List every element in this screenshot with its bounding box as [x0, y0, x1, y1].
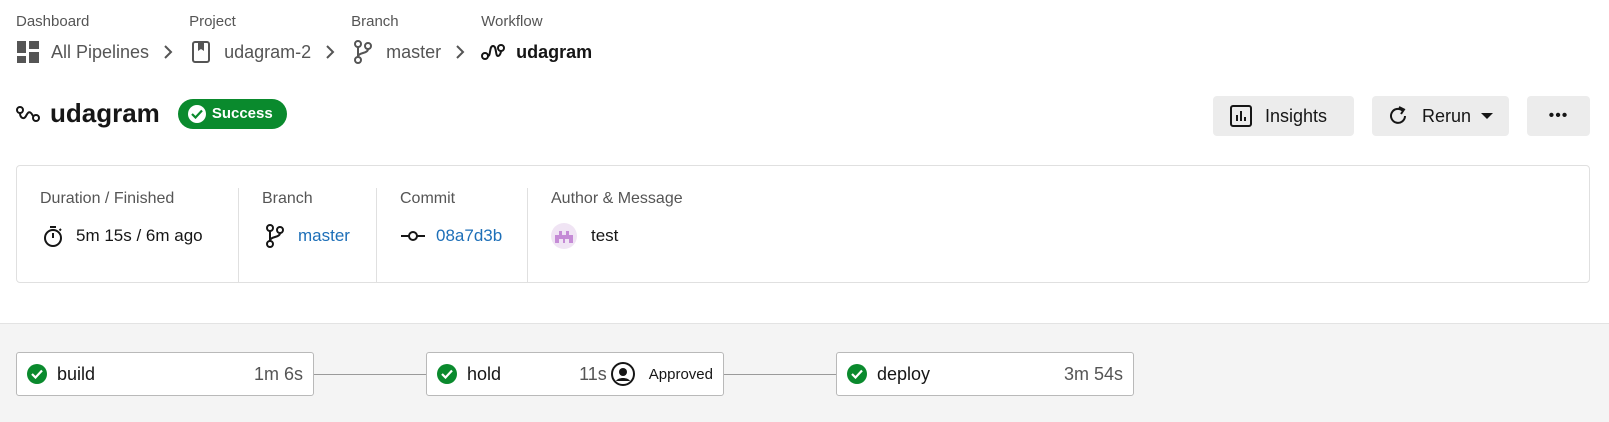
author-row: test	[551, 221, 683, 251]
breadcrumb-value: udagram	[516, 41, 593, 62]
job-connector	[314, 374, 426, 375]
job-duration: 3m 54s	[1063, 363, 1123, 384]
workflow-graph: build 1m 6s hold 11s Approved deploy 3m …	[0, 323, 1609, 422]
approval-status: Approved	[610, 362, 713, 386]
job-name: build	[57, 363, 96, 384]
duration-label: Duration / Finished	[40, 190, 175, 207]
more-icon: •••	[1548, 107, 1569, 124]
duration-value: 5m 15s / 6m ago	[76, 226, 203, 245]
chevron-right-icon	[325, 44, 337, 60]
commit-row: 08a7d3b	[400, 221, 504, 251]
branch-row: master	[262, 221, 353, 251]
branch-icon	[351, 40, 375, 64]
author-value: test	[591, 226, 619, 245]
job-duration: 11s	[579, 363, 607, 384]
job-hold[interactable]: hold 11s Approved	[426, 352, 724, 396]
breadcrumb-dashboard: Dashboard All Pipelines	[16, 12, 189, 72]
breadcrumb-link-project[interactable]: udagram-2	[189, 32, 351, 72]
chevron-right-icon	[163, 44, 175, 60]
job-deploy[interactable]: deploy 3m 54s	[836, 352, 1134, 396]
page-title: udagram	[50, 98, 160, 128]
stopwatch-icon	[40, 223, 66, 249]
grid-icon	[16, 40, 40, 64]
pipeline-summary-card: Duration / Finished 5m 15s / 6m ago Bran…	[16, 165, 1590, 283]
success-icon	[437, 364, 457, 384]
job-name: deploy	[877, 363, 931, 384]
commit-section: Commit 08a7d3b	[376, 188, 527, 282]
breadcrumb-label: Dashboard	[16, 13, 90, 30]
insights-button[interactable]: Insights	[1213, 96, 1354, 136]
caret-down-icon	[1481, 113, 1494, 119]
breadcrumb-value: All Pipelines	[51, 41, 150, 62]
bookmark-icon	[189, 40, 213, 64]
duration-row: 5m 15s / 6m ago	[40, 221, 215, 251]
breadcrumb-label: Workflow	[481, 13, 543, 30]
commit-label: Commit	[400, 190, 456, 207]
insights-label: Insights	[1265, 105, 1328, 126]
approval-text: Approved	[648, 365, 713, 383]
breadcrumb-project: Project udagram-2	[189, 12, 351, 72]
commit-link[interactable]: 08a7d3b	[436, 226, 502, 246]
user-icon	[610, 362, 635, 386]
job-name: hold	[467, 363, 502, 384]
job-duration: 1m 6s	[253, 363, 303, 384]
breadcrumb-current-workflow: udagram	[481, 32, 592, 72]
success-icon	[27, 364, 47, 384]
refresh-icon	[1386, 104, 1410, 128]
status-text: Success	[211, 105, 273, 122]
job-build[interactable]: build 1m 6s	[16, 352, 314, 396]
status-badge: Success	[177, 98, 287, 129]
commit-icon	[400, 223, 426, 249]
check-icon	[187, 104, 206, 123]
breadcrumb-branch: Branch master	[351, 12, 481, 72]
branch-label: Branch	[262, 190, 313, 207]
workflow-icon	[16, 102, 40, 126]
breadcrumb-workflow: Workflow udagram	[481, 12, 592, 72]
branch-link[interactable]: master	[298, 226, 350, 246]
workflow-header: udagram Success	[16, 98, 287, 129]
author-label: Author & Message	[551, 190, 683, 207]
breadcrumb-label: Project	[189, 13, 236, 30]
breadcrumb-value: master	[386, 41, 442, 62]
branch-section: Branch master	[238, 188, 376, 282]
more-options-button[interactable]: •••	[1527, 96, 1590, 136]
rerun-label: Rerun	[1422, 105, 1472, 126]
bar-chart-icon	[1229, 104, 1253, 128]
chevron-right-icon	[455, 44, 467, 60]
breadcrumb-value: udagram-2	[224, 41, 312, 62]
breadcrumb: Dashboard All Pipelines Project udagram-…	[16, 12, 592, 72]
author-section: Author & Message test	[527, 188, 706, 282]
branch-icon	[262, 223, 288, 249]
breadcrumb-label: Branch	[351, 13, 399, 30]
workflow-icon	[481, 40, 506, 64]
duration-section: Duration / Finished 5m 15s / 6m ago	[17, 188, 238, 282]
rerun-button[interactable]: Rerun	[1372, 96, 1509, 136]
success-icon	[847, 364, 867, 384]
avatar	[551, 223, 577, 249]
breadcrumb-link-branch[interactable]: master	[351, 32, 481, 72]
breadcrumb-link-all-pipelines[interactable]: All Pipelines	[16, 32, 189, 72]
job-connector	[724, 374, 836, 375]
